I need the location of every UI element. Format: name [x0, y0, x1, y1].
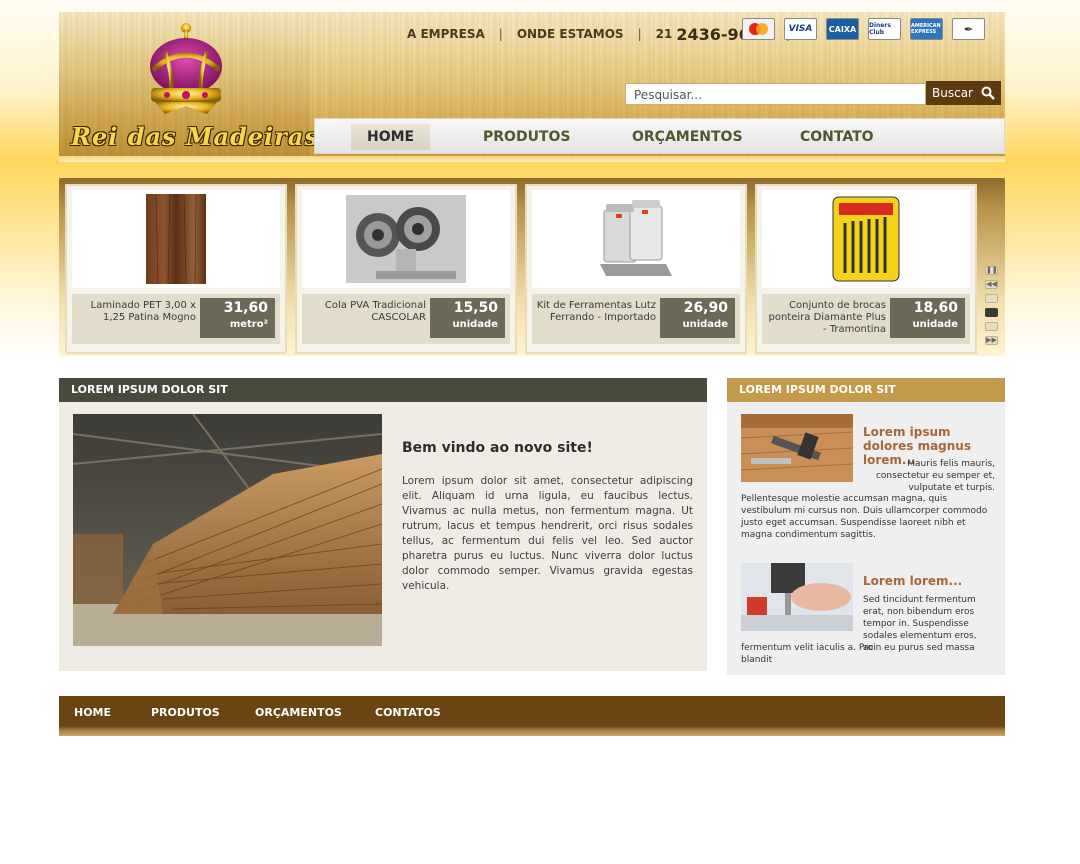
- payment-cards: VISA CAIXA Diners Club AMERICAN EXPRESS …: [742, 18, 985, 40]
- product-image: [532, 190, 740, 288]
- product-unit: metro²: [229, 319, 268, 330]
- product-card[interactable]: Kit de Ferramentas Lutz Ferrando - Impor…: [525, 184, 747, 354]
- product-info: Conjunto de brocas ponteira Diamante Plu…: [762, 294, 970, 344]
- product-price: 26,90: [683, 300, 728, 316]
- product-card[interactable]: Cola PVA Tradicional CASCOLAR 15,50 unid…: [295, 184, 517, 354]
- lumber-warehouse-photo: [73, 414, 382, 646]
- logo-text: Rei das Madeiras: [71, 122, 319, 151]
- main-nav: HOME PRODUTOS ORÇAMENTOS CONTATO: [314, 118, 1005, 154]
- product-name: Laminado PET 3,00 x 1,25 Patina Mogno: [90, 300, 196, 323]
- price-box: 15,50 unidade: [430, 298, 505, 338]
- footer-link-produtos[interactable]: PRODUTOS: [151, 706, 220, 719]
- product-info: Laminado PET 3,00 x 1,25 Patina Mogno 31…: [72, 294, 280, 344]
- product-info: Kit de Ferramentas Lutz Ferrando - Impor…: [532, 294, 740, 344]
- separator: |: [498, 27, 503, 41]
- fast-forward-icon[interactable]: ▶▶: [985, 336, 998, 345]
- slide-dot[interactable]: [985, 294, 998, 303]
- wood-laminate-icon: [146, 194, 206, 284]
- product-slider: Laminado PET 3,00 x 1,25 Patina Mogno 31…: [59, 178, 1005, 356]
- cheque-icon: ✒: [952, 18, 985, 40]
- product-price: 31,60: [223, 300, 268, 316]
- logo[interactable]: Rei das Madeiras: [59, 12, 319, 156]
- roller-hardware-icon: [346, 195, 466, 283]
- product-unit: unidade: [452, 319, 498, 330]
- product-info: Cola PVA Tradicional CASCOLAR 15,50 unid…: [302, 294, 510, 344]
- news-text: Pellentesque molestie accumsan magna, qu…: [741, 494, 988, 540]
- product-price: 18,60: [913, 300, 958, 316]
- news-panel: LOREM IPSUM DOLOR SIT Lorem ipsum dolore…: [727, 378, 1005, 675]
- search-button-label: Buscar: [932, 86, 973, 100]
- caixa-icon: CAIXA: [826, 18, 859, 40]
- slide-dot-active[interactable]: [985, 308, 998, 317]
- product-image: [72, 190, 280, 288]
- header: Rei das Madeiras A EMPRESA | ONDE ESTAMO…: [59, 12, 1005, 156]
- slide-dot[interactable]: [985, 322, 998, 331]
- product-image: [762, 190, 970, 288]
- footer-nav: HOME PRODUTOS ORÇAMENTOS CONTATOS: [59, 696, 1005, 736]
- bins-icon: [600, 200, 672, 276]
- panel-heading: LOREM IPSUM DOLOR SIT: [59, 378, 707, 402]
- welcome-title: Bem vindo ao novo site!: [402, 440, 593, 456]
- news-title[interactable]: Lorem lorem...: [863, 574, 995, 588]
- product-price: 15,50: [453, 300, 498, 316]
- slider-controls: ❚❚ ◀◀ ▶▶: [985, 266, 999, 345]
- link-onde-estamos[interactable]: ONDE ESTAMOS: [517, 27, 624, 41]
- news-text: fermentum velit iaculis a. Proin eu puru…: [741, 643, 975, 665]
- product-name: Cola PVA Tradicional CASCOLAR: [324, 300, 426, 323]
- search-input[interactable]: Pesquisar...: [625, 83, 926, 105]
- product-unit: unidade: [912, 319, 958, 330]
- search-button[interactable]: Buscar: [926, 81, 1001, 105]
- footer-link-orcamentos[interactable]: ORÇAMENTOS: [255, 706, 342, 719]
- price-box: 18,60 unidade: [890, 298, 965, 338]
- pause-icon[interactable]: ❚❚: [985, 266, 998, 275]
- product-card[interactable]: Conjunto de brocas ponteira Diamante Plu…: [755, 184, 977, 354]
- rewind-icon[interactable]: ◀◀: [985, 280, 998, 289]
- news-summary: Mauris felis mauris, consectetur eu semp…: [875, 459, 995, 493]
- nav-home[interactable]: HOME: [351, 124, 431, 150]
- crown-icon: [150, 23, 222, 114]
- visa-icon: VISA: [784, 18, 817, 40]
- header-divider: [59, 156, 1005, 162]
- welcome-panel: LOREM IPSUM DOLOR SIT Bem vindo ao novo …: [59, 378, 707, 671]
- footer-link-home[interactable]: HOME: [74, 706, 111, 719]
- nav-produtos[interactable]: PRODUTOS: [483, 119, 570, 155]
- separator: |: [637, 27, 642, 41]
- welcome-text: Lorem ipsum dolor sit amet, consectetur …: [402, 475, 693, 592]
- link-a-empresa[interactable]: A EMPRESA: [407, 27, 485, 41]
- diners-club-icon: Diners Club: [868, 18, 901, 40]
- drilling-photo[interactable]: [741, 563, 853, 631]
- mastercard-icon: [742, 18, 775, 40]
- drill-bits-icon: [832, 196, 900, 282]
- product-unit: unidade: [682, 319, 728, 330]
- search-icon: [981, 86, 995, 100]
- nav-contato[interactable]: CONTATO: [800, 119, 874, 155]
- amex-icon: AMERICAN EXPRESS: [910, 18, 943, 40]
- footer-link-contatos[interactable]: CONTATOS: [375, 706, 441, 719]
- price-box: 26,90 unidade: [660, 298, 735, 338]
- product-image: [302, 190, 510, 288]
- carpentry-tools-photo[interactable]: [741, 414, 853, 482]
- product-card[interactable]: Laminado PET 3,00 x 1,25 Patina Mogno 31…: [65, 184, 287, 354]
- product-name: Conjunto de brocas ponteira Diamante Plu…: [768, 300, 887, 335]
- panel-heading: LOREM IPSUM DOLOR SIT: [727, 378, 1005, 402]
- price-box: 31,60 metro²: [200, 298, 275, 338]
- phone-area-code: 21: [655, 27, 673, 41]
- product-name: Kit de Ferramentas Lutz Ferrando - Impor…: [536, 300, 656, 323]
- nav-orcamentos[interactable]: ORÇAMENTOS: [632, 119, 743, 155]
